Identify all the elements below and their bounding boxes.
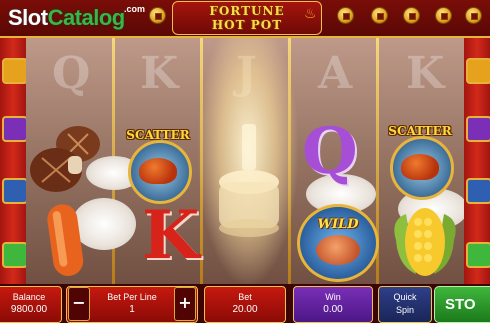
hot-pot-icon: [219, 124, 279, 237]
game-title: FORTUNE HOT POT: [172, 1, 322, 35]
flame-icon: ♨: [304, 6, 317, 22]
coin-icon: [466, 8, 481, 23]
bet-label: Bet: [238, 292, 252, 302]
payline-marker[interactable]: [466, 242, 490, 268]
logo-domain: .com: [124, 4, 146, 14]
payline-marker[interactable]: [466, 116, 490, 142]
bet-panel: Bet 20.00: [204, 286, 286, 323]
faded-symbol: K: [406, 48, 445, 99]
payline-marker[interactable]: [2, 242, 28, 268]
corn-icon: [394, 208, 456, 276]
sausage-icon: [47, 204, 84, 276]
faded-symbol: Q: [52, 48, 91, 99]
mushroom-icon: [30, 126, 100, 192]
faded-symbol: K: [140, 48, 179, 99]
scatter-label: SCATTER: [388, 124, 452, 138]
top-frame: SlotCatalog .com ♨ FORTUNE HOT POT ♨: [0, 0, 490, 38]
coin-icon: [404, 8, 419, 23]
quick-spin-line2: Spin: [395, 305, 414, 315]
balance-value: 9800.00: [10, 304, 48, 315]
scatter-icon: SCATTER: [122, 128, 194, 206]
balance-label: Balance: [12, 292, 46, 302]
payline-marker[interactable]: [2, 178, 28, 204]
control-bar: Balance 9800.00 Bet Per Line 1 − + Bet 2…: [0, 284, 490, 323]
coin-icon: [338, 8, 353, 23]
slotcatalog-logo: SlotCatalog: [8, 5, 125, 30]
payline-marker[interactable]: [466, 178, 490, 204]
quick-spin-line1: Quick: [393, 292, 417, 302]
coin-icon: [436, 8, 451, 23]
wild-icon: WILD: [297, 204, 379, 282]
right-pillar: [464, 38, 490, 284]
increase-bet-button[interactable]: +: [174, 287, 196, 321]
wild-label: WILD: [317, 217, 359, 232]
payline-marker[interactable]: [2, 58, 28, 84]
stop-button[interactable]: STO: [434, 286, 490, 323]
game-title-line1: FORTUNE: [209, 4, 285, 18]
reel-area: Q K J A K SCATTER K Q WILD: [26, 38, 464, 284]
decrease-bet-button[interactable]: −: [68, 287, 90, 321]
scatter-icon: SCATTER: [384, 124, 456, 202]
letter-k-symbol: K: [142, 196, 200, 274]
payline-marker[interactable]: [2, 116, 28, 142]
payline-marker[interactable]: [466, 58, 490, 84]
win-panel: Win 0.00: [293, 286, 373, 323]
left-pillar: [0, 38, 28, 284]
faded-symbol: A: [318, 48, 353, 99]
balance-panel: Balance 9800.00: [0, 286, 62, 323]
game-title-line2: HOT POT: [211, 18, 283, 32]
letter-q-symbol: Q: [302, 114, 358, 189]
win-value: 0.00: [323, 304, 343, 315]
quick-spin-button[interactable]: Quick Spin: [378, 286, 432, 323]
bet-value: 20.00: [232, 304, 258, 315]
coin-icon: [372, 8, 387, 23]
coin-icon: [150, 8, 165, 23]
scatter-label: SCATTER: [126, 128, 190, 142]
win-label: Win: [325, 292, 341, 302]
